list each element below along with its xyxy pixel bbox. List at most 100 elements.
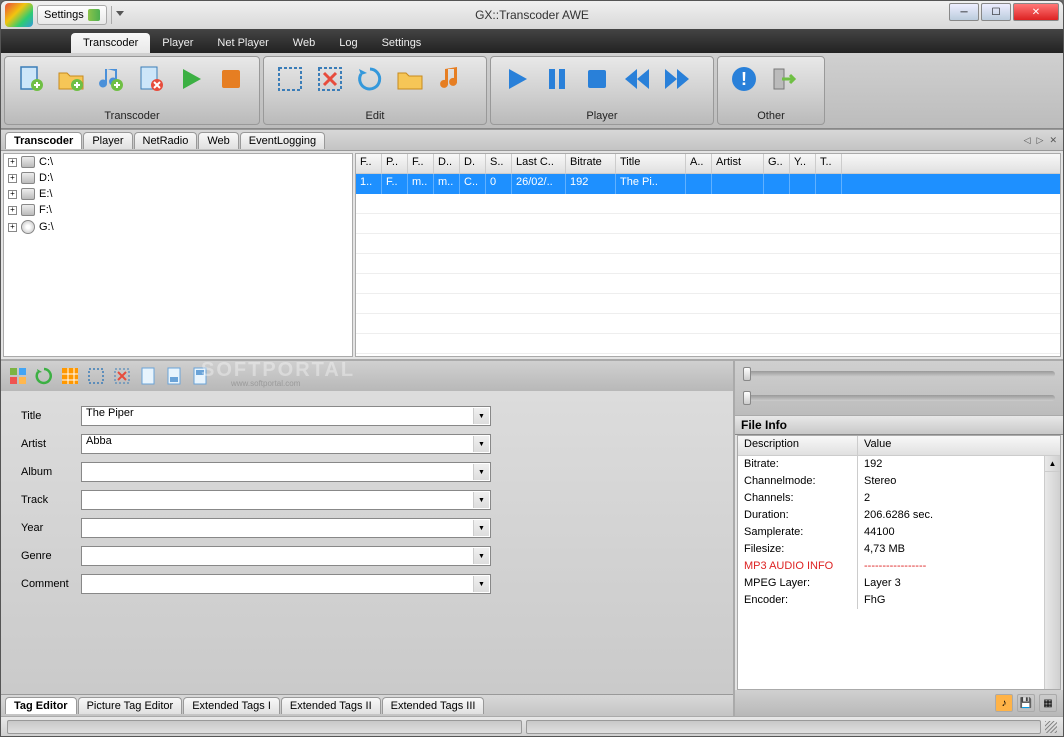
subtab-transcoder[interactable]: Transcoder (5, 132, 82, 149)
year-input[interactable]: ▼ (81, 518, 491, 538)
qat-dropdown-icon[interactable] (116, 11, 124, 19)
mini-grid-icon[interactable]: ▦ (1039, 694, 1057, 712)
mini-save-icon[interactable]: 💾 (1017, 694, 1035, 712)
fi-header-val[interactable]: Value (858, 436, 1060, 455)
grid-column-header[interactable]: Bitrate (566, 154, 616, 173)
select-all-button[interactable] (272, 61, 308, 97)
fi-header-desc[interactable]: Description (738, 436, 858, 455)
grid-column-header[interactable]: G.. (764, 154, 790, 173)
album-input[interactable]: ▼ (81, 462, 491, 482)
slider-thumb[interactable] (743, 391, 751, 405)
tree-expand-icon[interactable]: + (8, 174, 17, 183)
tb-cubes-icon[interactable] (7, 365, 29, 387)
dropdown-arrow-icon[interactable]: ▼ (473, 548, 489, 564)
grid-column-header[interactable]: F.. (356, 154, 382, 173)
remove-button[interactable] (133, 61, 169, 97)
subtab-scroll-right[interactable]: ▷ (1037, 135, 1044, 146)
grid-header: F..P..F..D..D.S..Last C..BitrateTitleA..… (356, 154, 1060, 174)
btab-picture-tag-editor[interactable]: Picture Tag Editor (78, 697, 183, 714)
tab-web[interactable]: Web (281, 33, 327, 53)
dropdown-arrow-icon[interactable]: ▼ (473, 464, 489, 480)
minimize-button[interactable]: ─ (949, 3, 979, 21)
dropdown-arrow-icon[interactable]: ▼ (473, 492, 489, 508)
grid-row[interactable]: 1..F..m..m..C..026/02/..192The Pi.. (356, 174, 1060, 194)
settings-dropdown[interactable]: Settings (37, 5, 107, 25)
tb-select-icon[interactable] (85, 365, 107, 387)
player-next-button[interactable] (659, 61, 695, 97)
refresh-button[interactable] (352, 61, 388, 97)
maximize-button[interactable]: ☐ (981, 3, 1011, 21)
file-info-scrollbar[interactable]: ▲ (1044, 456, 1060, 689)
btab-ext-tags-3[interactable]: Extended Tags III (382, 697, 485, 714)
exit-button[interactable] (766, 61, 802, 97)
close-button[interactable]: ✕ (1013, 3, 1059, 21)
artist-input[interactable]: Abba▼ (81, 434, 491, 454)
dropdown-arrow-icon[interactable]: ▼ (473, 520, 489, 536)
dropdown-arrow-icon[interactable]: ▼ (473, 408, 489, 424)
comment-input[interactable]: ▼ (81, 574, 491, 594)
file-grid[interactable]: F..P..F..D..D.S..Last C..BitrateTitleA..… (355, 153, 1061, 357)
grid-column-header[interactable]: Y.. (790, 154, 816, 173)
grid-column-header[interactable]: D.. (434, 154, 460, 173)
resize-grip[interactable] (1045, 721, 1057, 733)
subtab-player[interactable]: Player (83, 132, 132, 149)
drive-tree[interactable]: +C:\ +D:\ +E:\ +F:\ +G:\ (3, 153, 353, 357)
player-pause-button[interactable] (539, 61, 575, 97)
player-prev-button[interactable] (619, 61, 655, 97)
music-note-button[interactable] (432, 61, 468, 97)
tb-grid-icon[interactable] (59, 365, 81, 387)
grid-column-header[interactable]: A.. (686, 154, 712, 173)
title-input[interactable]: The Piper▼ (81, 406, 491, 426)
genre-input[interactable]: ▼ (81, 546, 491, 566)
add-folder-button[interactable] (53, 61, 89, 97)
grid-column-header[interactable]: S.. (486, 154, 512, 173)
deselect-button[interactable] (312, 61, 348, 97)
subtab-close[interactable]: ✕ (1049, 135, 1057, 146)
track-input[interactable]: ▼ (81, 490, 491, 510)
grid-column-header[interactable]: Title (616, 154, 686, 173)
tab-settings[interactable]: Settings (370, 33, 434, 53)
dropdown-arrow-icon[interactable]: ▼ (473, 576, 489, 592)
info-button[interactable]: ! (726, 61, 762, 97)
tree-expand-icon[interactable]: + (8, 206, 17, 215)
add-file-button[interactable] (13, 61, 49, 97)
grid-cell: 0 (486, 174, 512, 194)
subtab-netradio[interactable]: NetRadio (134, 132, 198, 149)
player-stop-button[interactable] (579, 61, 615, 97)
grid-column-header[interactable]: Artist (712, 154, 764, 173)
volume-slider[interactable] (743, 395, 1055, 401)
tb-doc1-icon[interactable] (137, 365, 159, 387)
player-play-button[interactable] (499, 61, 535, 97)
play-button[interactable] (173, 61, 209, 97)
grid-column-header[interactable]: F.. (408, 154, 434, 173)
subtab-web[interactable]: Web (198, 132, 238, 149)
app-icon[interactable] (5, 3, 33, 27)
subtab-scroll-left[interactable]: ◁ (1024, 135, 1031, 146)
add-music-button[interactable] (93, 61, 129, 97)
tree-expand-icon[interactable]: + (8, 223, 17, 232)
open-folder-button[interactable] (392, 61, 428, 97)
tb-refresh-icon[interactable] (33, 365, 55, 387)
dropdown-arrow-icon[interactable]: ▼ (473, 436, 489, 452)
mini-music-icon[interactable]: ♪ (995, 694, 1013, 712)
position-slider[interactable] (743, 371, 1055, 377)
grid-column-header[interactable]: P.. (382, 154, 408, 173)
slider-thumb[interactable] (743, 367, 751, 381)
tab-player[interactable]: Player (150, 33, 205, 53)
stop-button[interactable] (213, 61, 249, 97)
tb-delete-icon[interactable] (111, 365, 133, 387)
btab-ext-tags-1[interactable]: Extended Tags I (183, 697, 280, 714)
grid-column-header[interactable]: Last C.. (512, 154, 566, 173)
btab-tag-editor[interactable]: Tag Editor (5, 697, 77, 714)
tab-net-player[interactable]: Net Player (205, 33, 280, 53)
tree-expand-icon[interactable]: + (8, 158, 17, 167)
btab-ext-tags-2[interactable]: Extended Tags II (281, 697, 381, 714)
tab-transcoder[interactable]: Transcoder (71, 33, 150, 53)
tab-log[interactable]: Log (327, 33, 369, 53)
tb-doc2-icon[interactable] (163, 365, 185, 387)
grid-column-header[interactable]: D. (460, 154, 486, 173)
tree-expand-icon[interactable]: + (8, 190, 17, 199)
grid-column-header[interactable]: T.. (816, 154, 842, 173)
scroll-up-icon[interactable]: ▲ (1045, 456, 1060, 472)
subtab-eventlogging[interactable]: EventLogging (240, 132, 325, 149)
